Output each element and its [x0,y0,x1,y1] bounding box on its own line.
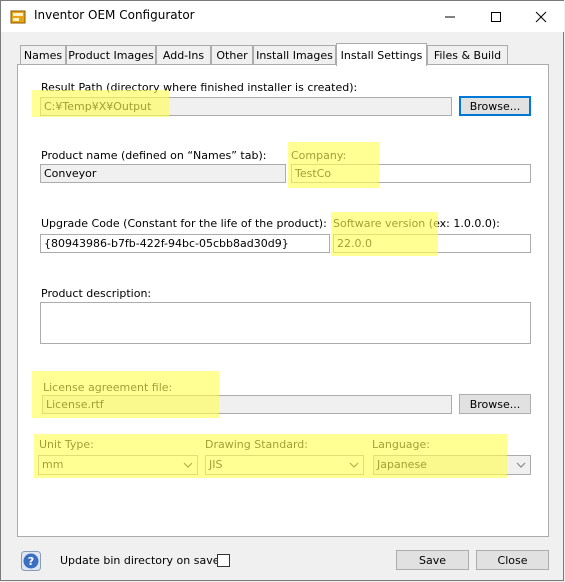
product-name-label: Product name (defined on “Names” tab): [41,149,267,162]
drawing-standard-select[interactable]: JIS [205,455,364,475]
tab-label: Install Images [256,49,333,62]
maximize-icon [491,11,501,22]
minimize-button[interactable] [427,1,473,32]
update-bin-checkbox[interactable] [217,554,230,567]
minimize-icon [445,16,455,17]
unit-type-label: Unit Type: [39,438,94,451]
language-label: Language: [372,438,430,451]
unit-type-select[interactable]: mm [38,455,198,475]
company-label: Company: [291,149,347,162]
product-name-field: Conveyor [40,164,286,183]
help-icon[interactable]: ? [21,551,41,571]
license-field[interactable]: License.rtf [42,395,452,414]
tab-label: Names [23,49,63,62]
tab-label: Files & Build [433,49,502,62]
maximize-button[interactable] [473,1,519,32]
language-value: Japanese [377,458,427,471]
product-description-field[interactable] [40,302,531,344]
save-button[interactable]: Save [396,550,469,570]
chevron-down-icon [349,462,359,468]
tab-label: Add-Ins [162,49,205,62]
result-path-field[interactable]: C:¥Temp¥X¥Output [40,97,452,116]
window-title: Inventor OEM Configurator [34,8,195,22]
license-label: License agreement file: [43,381,173,394]
language-select[interactable]: Japanese [373,455,531,475]
product-description-label: Product description: [41,287,152,300]
company-field[interactable]: TestCo [291,164,531,183]
configurator-window: Inventor OEM Configurator Names Product … [0,0,564,581]
license-browse-button[interactable]: Browse... [459,394,531,414]
unit-type-value: mm [42,458,64,471]
title-bar: Inventor OEM Configurator [1,1,564,32]
chevron-down-icon [516,462,526,468]
result-path-label: Result Path (directory where finished in… [41,81,358,94]
upgrade-code-label: Upgrade Code (Constant for the life of t… [41,217,327,230]
result-path-browse-button[interactable]: Browse... [459,96,531,116]
close-window-button[interactable] [518,1,564,32]
drawing-standard-value: JIS [209,458,223,471]
chevron-down-icon [183,462,193,468]
update-bin-label: Update bin directory on save. [60,554,223,567]
tab-names[interactable]: Names [20,45,66,65]
tab-files-build[interactable]: Files & Build [427,45,508,65]
tab-add-ins[interactable]: Add-Ins [156,45,211,65]
close-button[interactable]: Close [476,550,549,570]
tab-label: Product Images [68,49,154,62]
tab-other[interactable]: Other [211,45,253,65]
tab-product-images[interactable]: Product Images [66,45,156,65]
install-settings-panel: Result Path (directory where finished in… [17,64,549,537]
upgrade-code-field[interactable]: {80943986-b7fb-422f-94bc-05cbb8ad30d9} [40,234,330,253]
tab-label: Other [216,49,248,62]
software-version-field[interactable]: 22.0.0 [333,234,531,253]
app-icon [10,10,26,24]
tab-install-images[interactable]: Install Images [253,45,336,65]
tab-install-settings[interactable]: Install Settings [336,43,427,66]
tab-label: Install Settings [340,48,423,62]
software-version-label: Software version (ex: 1.0.0.0): [333,217,500,230]
close-icon [535,11,547,22]
drawing-standard-label: Drawing Standard: [205,438,308,451]
svg-text:?: ? [28,555,34,568]
